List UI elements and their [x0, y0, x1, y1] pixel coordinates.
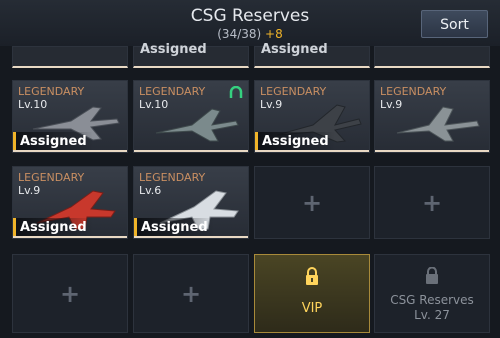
level-locked-slot[interactable]: CSG Reserves Lv. 27 — [374, 254, 490, 333]
unlock-requirement-level: Lv. 27 — [414, 308, 450, 322]
equipped-tag-icon — [229, 86, 243, 98]
partial-slot-2[interactable]: Assigned — [133, 42, 249, 68]
sort-button[interactable]: Sort — [421, 10, 488, 38]
rarity-accent-bar — [255, 150, 369, 152]
lock-icon — [426, 267, 438, 284]
lock-icon — [306, 267, 318, 285]
rarity-label: LEGENDARY — [260, 85, 327, 98]
reserve-count-value: (34/38) — [217, 27, 262, 41]
rarity-accent-bar — [13, 150, 127, 152]
assigned-badge: Assigned — [13, 132, 93, 152]
partial-slot-4[interactable] — [374, 46, 490, 68]
rarity-label: LEGENDARY — [18, 85, 85, 98]
aircraft-slot-2[interactable]: LEGENDARY Lv.10 — [133, 80, 249, 153]
partial-slot-3[interactable]: Assigned — [254, 42, 370, 68]
level-label: Lv.9 — [260, 98, 283, 111]
level-label: Lv.10 — [139, 98, 169, 111]
level-label: Lv.6 — [139, 184, 162, 197]
assigned-badge: Assigned — [13, 218, 93, 238]
partial-slot-status: Assigned — [261, 42, 328, 57]
rarity-label: LEGENDARY — [139, 171, 206, 184]
rarity-label: LEGENDARY — [380, 85, 447, 98]
unlock-requirement-name: CSG Reserves — [390, 293, 474, 307]
add-icon: + — [421, 188, 443, 217]
partial-slot-status: Assigned — [140, 42, 207, 57]
unlock-requirement: CSG Reserves Lv. 27 — [375, 293, 489, 323]
partial-slot-1[interactable] — [12, 46, 128, 68]
attack-jet-icon — [396, 106, 480, 142]
vip-label: VIP — [301, 301, 323, 316]
rarity-accent-bar — [134, 236, 248, 238]
reserve-bonus: +8 — [265, 27, 283, 41]
empty-slot[interactable]: + — [133, 254, 249, 333]
aircraft-slot-5[interactable]: LEGENDARY Lv.9 Assigned — [12, 166, 128, 239]
rarity-label: LEGENDARY — [18, 171, 85, 184]
add-icon: + — [301, 188, 323, 217]
rarity-label: LEGENDARY — [139, 85, 206, 98]
level-label: Lv.9 — [18, 184, 41, 197]
empty-slot[interactable]: + — [374, 166, 490, 239]
aircraft-slot-4[interactable]: LEGENDARY Lv.9 — [374, 80, 490, 153]
vip-locked-slot[interactable]: VIP — [254, 254, 370, 333]
add-icon: + — [180, 279, 202, 308]
assigned-badge: Assigned — [255, 132, 335, 152]
level-label: Lv.9 — [380, 98, 403, 111]
aircraft-slot-3[interactable]: LEGENDARY Lv.9 Assigned — [254, 80, 370, 153]
rarity-accent-bar — [375, 150, 489, 152]
empty-slot[interactable]: + — [12, 254, 128, 333]
header-bar: CSG Reserves (34/38) +8 Sort — [0, 0, 500, 46]
aircraft-slot-1[interactable]: LEGENDARY Lv.10 Assigned — [12, 80, 128, 153]
rarity-accent-bar — [13, 236, 127, 238]
assigned-badge: Assigned — [134, 218, 214, 238]
rarity-accent-bar — [134, 150, 248, 152]
aircraft-slot-6[interactable]: LEGENDARY Lv.6 Assigned — [133, 166, 249, 239]
add-icon: + — [59, 279, 81, 308]
level-label: Lv.10 — [18, 98, 48, 111]
empty-slot[interactable]: + — [254, 166, 370, 239]
